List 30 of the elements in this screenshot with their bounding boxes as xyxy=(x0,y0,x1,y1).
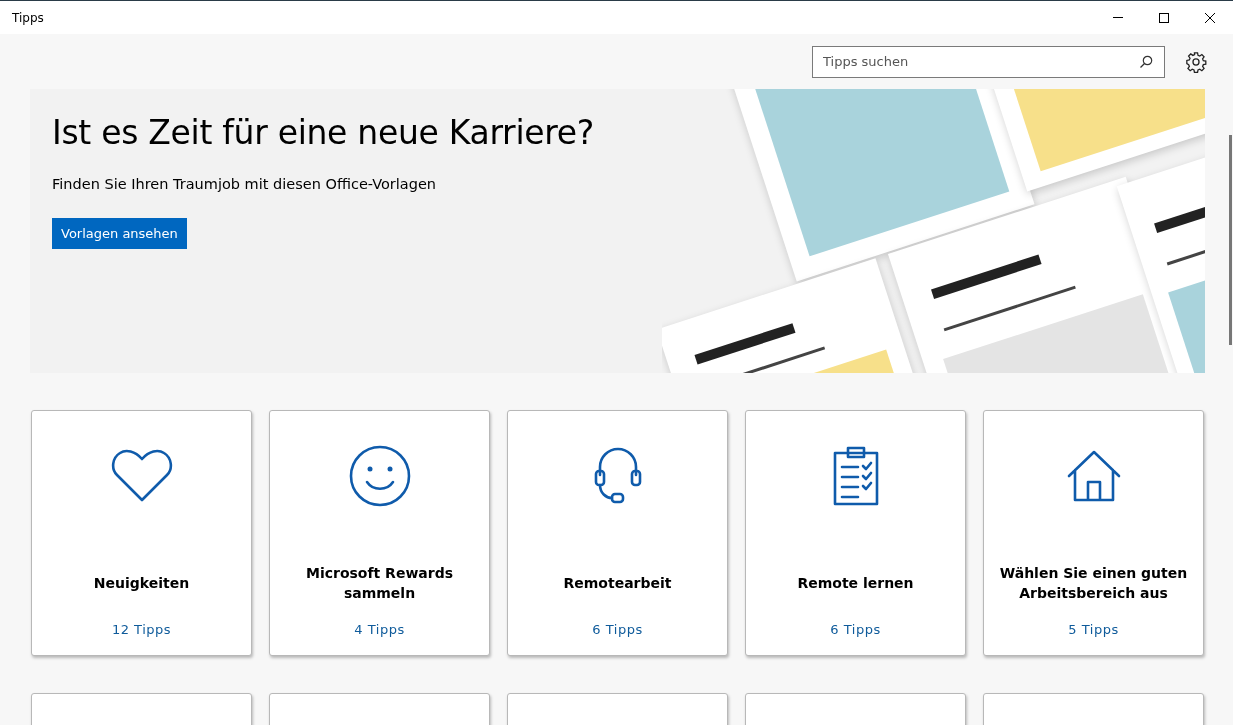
search-icon xyxy=(1139,54,1153,69)
settings-icon[interactable] xyxy=(1185,50,1207,73)
tip-count: 6 Tipps xyxy=(830,622,881,637)
tip-category-card[interactable]: Remotearbeit 6 Tipps xyxy=(507,410,728,656)
card-title: Wählen Sie einen guten Arbeitsbereich aus xyxy=(998,564,1189,603)
tip-category-card[interactable]: Neuigkeiten 12 Tipps xyxy=(31,410,252,656)
search-field[interactable]: Tipps suchen xyxy=(812,45,1165,78)
smiley-icon xyxy=(348,445,411,507)
card-title: Remotearbeit xyxy=(562,574,673,593)
clipboard-icon xyxy=(831,445,880,507)
minimize-icon xyxy=(1113,17,1123,18)
banner-subheading: Finden Sie Ihren Traumjob mit diesen Office-Vorlagen xyxy=(52,176,438,192)
window-title: Tipps xyxy=(11,10,44,25)
tip-category-card[interactable]: Microsoft Rewards sammeln 4 Tipps xyxy=(269,410,490,656)
maximize-icon xyxy=(1158,11,1170,24)
tip-count: 5 Tipps xyxy=(1068,622,1119,637)
tip-count: 6 Tipps xyxy=(592,622,643,637)
banner-heading: Ist es Zeit für eine neue Karriere? xyxy=(52,113,595,152)
close-icon xyxy=(1204,11,1216,24)
card-title: Remote lernen xyxy=(796,574,915,593)
heart-icon xyxy=(110,449,173,503)
tip-category-card[interactable]: Wählen Sie einen guten Arbeitsbereich aus 5 Tipps xyxy=(983,410,1204,656)
tip-count: 12 Tipps xyxy=(111,622,172,637)
card-title: Microsoft Rewards sammeln xyxy=(304,564,455,603)
view-templates-button[interactable]: Vorlagen ansehen xyxy=(52,218,187,249)
tip-category-card[interactable]: Remote lernen 6 Tipps xyxy=(745,410,966,656)
tip-count: 4 Tipps xyxy=(354,622,405,637)
scrollbar[interactable] xyxy=(1229,135,1232,345)
card-title: Neuigkeiten xyxy=(92,574,191,593)
house-icon xyxy=(1065,448,1122,504)
